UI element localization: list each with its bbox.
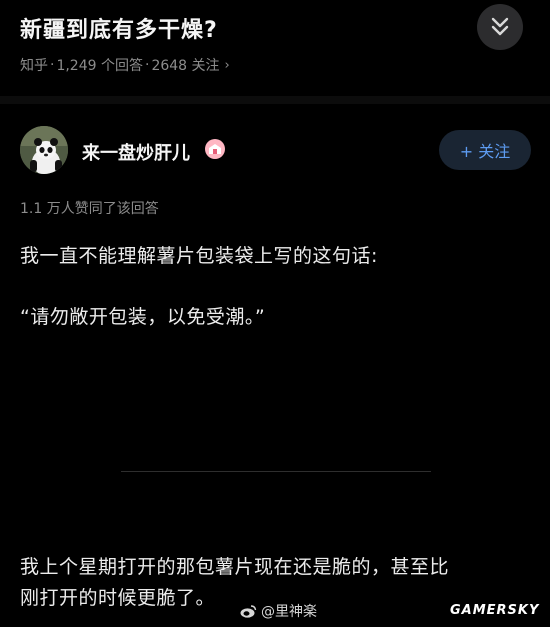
answer-line: 刚打开的时候更脆了。 (20, 587, 216, 609)
meta-separator: · (50, 57, 55, 73)
site-watermark: GAMERSKY (450, 603, 540, 618)
follow-button[interactable]: + 关注 (439, 130, 531, 170)
follower-count: 2648 关注 (151, 58, 220, 74)
answer-paragraph: 我一直不能理解薯片包装袋上写的这句话: (20, 245, 378, 267)
author-name[interactable]: 来一盘炒肝儿 (82, 139, 190, 165)
answer-paragraph: 我上个星期打开的那包薯片现在还是脆的，甚至比 刚打开的时候更脆了。 (20, 552, 449, 614)
verified-badge-icon (205, 139, 225, 159)
avatar[interactable] (20, 126, 68, 174)
answer-quote: “请勿敞开包装，以免受潮。” (20, 306, 266, 328)
question-meta[interactable]: 知乎 · 1,249 个回答 · 2648 关注 › (20, 55, 230, 75)
answer-count: 1,249 个回答 (56, 58, 143, 74)
weibo-logo-icon (240, 605, 257, 618)
upvote-count: 1.1 万人赞同了该回答 (20, 201, 159, 217)
answer-line: 我上个星期打开的那包薯片现在还是脆的，甚至比 (20, 556, 450, 578)
double-chevron-down-icon (491, 17, 509, 36)
content-separator (121, 471, 431, 472)
meta-separator: · (144, 57, 150, 73)
collapse-button[interactable] (477, 4, 523, 50)
chevron-right-icon: › (224, 57, 230, 73)
question-title[interactable]: 新疆到底有多干燥? (20, 12, 218, 44)
platform-name: 知乎 (20, 58, 48, 74)
section-divider (0, 96, 550, 104)
panda-avatar-image (20, 126, 68, 174)
weibo-username: @里神楽 (261, 604, 317, 620)
weibo-watermark: @里神楽 (240, 601, 317, 621)
